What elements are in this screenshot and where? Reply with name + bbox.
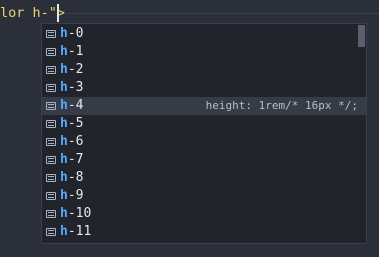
suggestion-item[interactable]: h-5 [42,115,366,133]
suggestion-item-selected[interactable]: h-4 height: 1rem/* 16px */; [42,97,366,115]
snippet-text-icon [46,138,56,146]
suggestion-item[interactable]: h-8 [42,169,366,187]
current-line-indicator [66,13,379,14]
suggest-scrollbar-thumb[interactable] [358,25,365,47]
suggestion-label: h-10 [60,206,92,221]
suggestion-item[interactable]: h-1 [42,43,366,61]
suggestion-item[interactable]: h-9 [42,187,366,205]
suggestion-label: h-0 [60,26,84,41]
snippet-text-icon [46,120,56,128]
suggestion-label: h-3 [60,80,84,95]
suggestion-label: h-2 [60,62,84,77]
snippet-text-icon [46,192,56,200]
suggestion-label: h-8 [60,170,84,185]
suggestion-item[interactable]: h-7 [42,151,366,169]
suggestion-item[interactable]: h-11 [42,223,366,241]
snippet-text-icon [46,174,56,182]
suggestion-label: h-7 [60,152,84,167]
snippet-text-icon [46,228,56,236]
snippet-text-icon [46,210,56,218]
suggestion-label: h-5 [60,116,84,131]
suggestion-label: h-9 [60,188,84,203]
snippet-text-icon [46,84,56,92]
snippet-text-icon [46,66,56,74]
suggestion-item[interactable]: h-2 [42,61,366,79]
code-editor[interactable]: lor h-"> h-0 h-1 h-2 h-3 h-4 height: 1re… [0,0,379,257]
suggestion-label: h-11 [60,224,92,239]
autocomplete-suggest-widget[interactable]: h-0 h-1 h-2 h-3 h-4 height: 1rem/* 16px … [41,23,367,244]
snippet-text-icon [46,156,56,164]
suggestion-label: h-6 [60,134,84,149]
suggestion-item[interactable]: h-10 [42,205,366,223]
suggestion-label: h-1 [60,44,84,59]
code-line: lor h-"> [0,5,66,21]
text-cursor [57,4,59,22]
suggestion-label: h-4 [60,98,84,113]
snippet-text-icon [46,48,56,56]
suggestion-item[interactable]: h-6 [42,133,366,151]
suggestion-detail: height: 1rem/* 16px */; [205,99,358,112]
suggestion-item[interactable]: h-3 [42,79,366,97]
snippet-text-icon [46,30,56,38]
suggestion-item[interactable]: h-0 [42,25,366,43]
snippet-text-icon [46,102,56,110]
